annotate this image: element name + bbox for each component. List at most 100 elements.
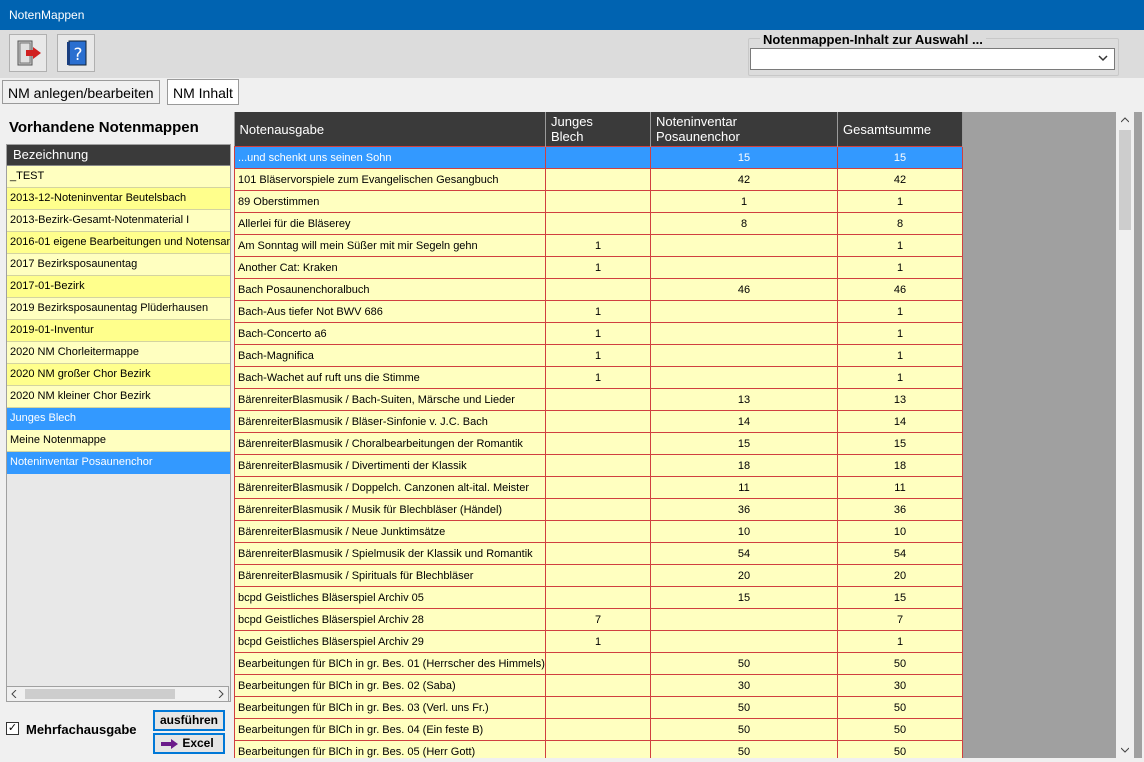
- table-row[interactable]: 101 Bläservorspiele zum Evangelischen Ge…: [234, 168, 963, 191]
- column-header[interactable]: Junges Blech: [545, 112, 651, 147]
- table-cell: 1: [837, 234, 963, 257]
- table-cell: Bach-Wachet auf ruft uns die Stimme: [234, 366, 546, 389]
- table-row[interactable]: Allerlei für die Bläserey 8 8: [234, 212, 963, 235]
- scroll-thumb[interactable]: [1119, 130, 1131, 230]
- grid-vertical-scrollbar[interactable]: [1116, 112, 1134, 758]
- table-cell: [545, 674, 651, 697]
- list-item[interactable]: 2019 Bezirksposaunentag Plüderhausen: [7, 298, 230, 320]
- selection-group-label: Notenmappen-Inhalt zur Auswahl ...: [760, 32, 986, 47]
- table-row[interactable]: 89 Oberstimmen 1 1: [234, 190, 963, 213]
- column-header[interactable]: Noteninventar Posaunenchor: [650, 112, 838, 147]
- list-item[interactable]: _TEST: [7, 166, 230, 188]
- table-row[interactable]: BärenreiterBlasmusik / Musik für Blechbl…: [234, 498, 963, 521]
- table-row[interactable]: Bach-Wachet auf ruft uns die Stimme 1 1: [234, 366, 963, 389]
- result-grid[interactable]: Notenausgabe Junges Blech Noteninventar Po…: [234, 112, 1142, 758]
- table-cell: 50: [650, 652, 838, 675]
- table-row[interactable]: BärenreiterBlasmusik / Bach-Suiten, Märs…: [234, 388, 963, 411]
- list-item[interactable]: 2016-01 eigene Bearbeitungen und Notensa…: [7, 232, 230, 254]
- column-header[interactable]: Gesamtsumme: [837, 112, 963, 147]
- chevron-up-icon[interactable]: [1121, 116, 1129, 124]
- list-item[interactable]: 2020 NM kleiner Chor Bezirk: [7, 386, 230, 408]
- table-cell: [545, 190, 651, 213]
- mehrfachausgabe-checkbox[interactable]: ✓: [6, 722, 19, 735]
- table-cell: ...und schenkt uns seinen Sohn: [234, 146, 546, 169]
- table-cell: [545, 718, 651, 741]
- table-cell: 15: [837, 146, 963, 169]
- table-cell: 36: [650, 498, 838, 521]
- table-row[interactable]: Bearbeitungen für BlCh in gr. Bes. 05 (H…: [234, 740, 963, 758]
- table-row[interactable]: Bearbeitungen für BlCh in gr. Bes. 02 (S…: [234, 674, 963, 697]
- table-row[interactable]: bcpd Geistliches Bläserspiel Archiv 29 1 1: [234, 630, 963, 653]
- table-cell: [545, 388, 651, 411]
- table-cell: BärenreiterBlasmusik / Bläser-Sinfonie v…: [234, 410, 546, 433]
- table-cell: bcpd Geistliches Bläserspiel Archiv 29: [234, 630, 546, 653]
- list-item[interactable]: Junges Blech: [7, 408, 230, 430]
- table-cell: 89 Oberstimmen: [234, 190, 546, 213]
- table-row[interactable]: BärenreiterBlasmusik / Spielmusik der Kl…: [234, 542, 963, 565]
- table-cell: 14: [650, 410, 838, 433]
- table-cell: [545, 564, 651, 587]
- table-cell: Bach-Magnifica: [234, 344, 546, 367]
- tab-nm-anlegen[interactable]: NM anlegen/bearbeiten: [2, 80, 160, 104]
- table-row[interactable]: Bach-Magnifica 1 1: [234, 344, 963, 367]
- scroll-thumb[interactable]: [25, 689, 175, 699]
- exit-button[interactable]: [9, 34, 47, 72]
- table-cell: 50: [837, 652, 963, 675]
- table-cell: [545, 542, 651, 565]
- table-row[interactable]: BärenreiterBlasmusik / Spirituals für Bl…: [234, 564, 963, 587]
- table-row[interactable]: Bearbeitungen für BlCh in gr. Bes. 03 (V…: [234, 696, 963, 719]
- table-row[interactable]: Bach-Aus tiefer Not BWV 686 1 1: [234, 300, 963, 323]
- list-item[interactable]: 2019-01-Inventur: [7, 320, 230, 342]
- table-cell: [650, 300, 838, 323]
- table-row[interactable]: Another Cat: Kraken 1 1: [234, 256, 963, 279]
- ausfuehren-button[interactable]: ausführen: [153, 710, 225, 731]
- table-cell: 20: [650, 564, 838, 587]
- notenmappen-list[interactable]: Bezeichnung _TEST 2013-12-Noteninventar B…: [6, 144, 231, 702]
- list-item[interactable]: 2013-12-Noteninventar Beutelsbach: [7, 188, 230, 210]
- table-row[interactable]: BärenreiterBlasmusik / Divertimenti der …: [234, 454, 963, 477]
- table-row[interactable]: Bach-Concerto a6 1 1: [234, 322, 963, 345]
- table-row[interactable]: BärenreiterBlasmusik / Bläser-Sinfonie v…: [234, 410, 963, 433]
- chevron-left-icon[interactable]: [10, 690, 18, 698]
- list-item[interactable]: Meine Notenmappe: [7, 430, 230, 452]
- list-item[interactable]: 2017 Bezirksposaunentag: [7, 254, 230, 276]
- table-cell: 1: [545, 300, 651, 323]
- table-cell: 8: [650, 212, 838, 235]
- table-row[interactable]: BärenreiterBlasmusik / Neue Junktimsätze…: [234, 520, 963, 543]
- table-cell: 1: [837, 322, 963, 345]
- tab-nm-inhalt[interactable]: NM Inhalt: [167, 79, 239, 105]
- list-item[interactable]: 2020 NM Chorleitermappe: [7, 342, 230, 364]
- table-cell: Bach-Aus tiefer Not BWV 686: [234, 300, 546, 323]
- chevron-right-icon[interactable]: [217, 690, 225, 698]
- table-cell: 10: [650, 520, 838, 543]
- list-item[interactable]: 2020 NM großer Chor Bezirk: [7, 364, 230, 386]
- table-cell: Bearbeitungen für BlCh in gr. Bes. 02 (S…: [234, 674, 546, 697]
- table-cell: 42: [650, 168, 838, 191]
- excel-button[interactable]: Excel: [153, 733, 225, 754]
- table-row[interactable]: bcpd Geistliches Bläserspiel Archiv 05 15…: [234, 586, 963, 609]
- help-button[interactable]: ?: [57, 34, 95, 72]
- list-item[interactable]: 2013-Bezirk-Gesamt-Notenmaterial I: [7, 210, 230, 232]
- table-row[interactable]: Am Sonntag will mein Süßer mit mir Segel…: [234, 234, 963, 257]
- table-cell: [650, 608, 838, 631]
- table-row[interactable]: BärenreiterBlasmusik / Doppelch. Canzone…: [234, 476, 963, 499]
- table-row[interactable]: BärenreiterBlasmusik / Choralbearbeitung…: [234, 432, 963, 455]
- column-header[interactable]: Notenausgabe: [234, 112, 546, 147]
- table-cell: [545, 696, 651, 719]
- list-item[interactable]: 2017-01-Bezirk: [7, 276, 230, 298]
- list-item[interactable]: Noteninventar Posaunenchor: [7, 452, 230, 474]
- table-cell: [545, 652, 651, 675]
- table-row[interactable]: ...und schenkt uns seinen Sohn 15 15: [234, 146, 963, 169]
- table-row[interactable]: Bearbeitungen für BlCh in gr. Bes. 01 (H…: [234, 652, 963, 675]
- chevron-down-icon[interactable]: [1121, 746, 1129, 754]
- notenmappe-select[interactable]: [750, 48, 1115, 70]
- table-row[interactable]: Bach Posaunenchoralbuch 46 46: [234, 278, 963, 301]
- help-book-icon: ?: [67, 40, 87, 66]
- list-horizontal-scrollbar[interactable]: [6, 686, 229, 702]
- table-row[interactable]: Bearbeitungen für BlCh in gr. Bes. 04 (E…: [234, 718, 963, 741]
- table-row[interactable]: bcpd Geistliches Bläserspiel Archiv 28 7 7: [234, 608, 963, 631]
- mehrfachausgabe-label: Mehrfachausgabe: [26, 722, 137, 737]
- table-cell: 1: [545, 256, 651, 279]
- table-cell: 30: [837, 674, 963, 697]
- table-cell: Bearbeitungen für BlCh in gr. Bes. 04 (E…: [234, 718, 546, 741]
